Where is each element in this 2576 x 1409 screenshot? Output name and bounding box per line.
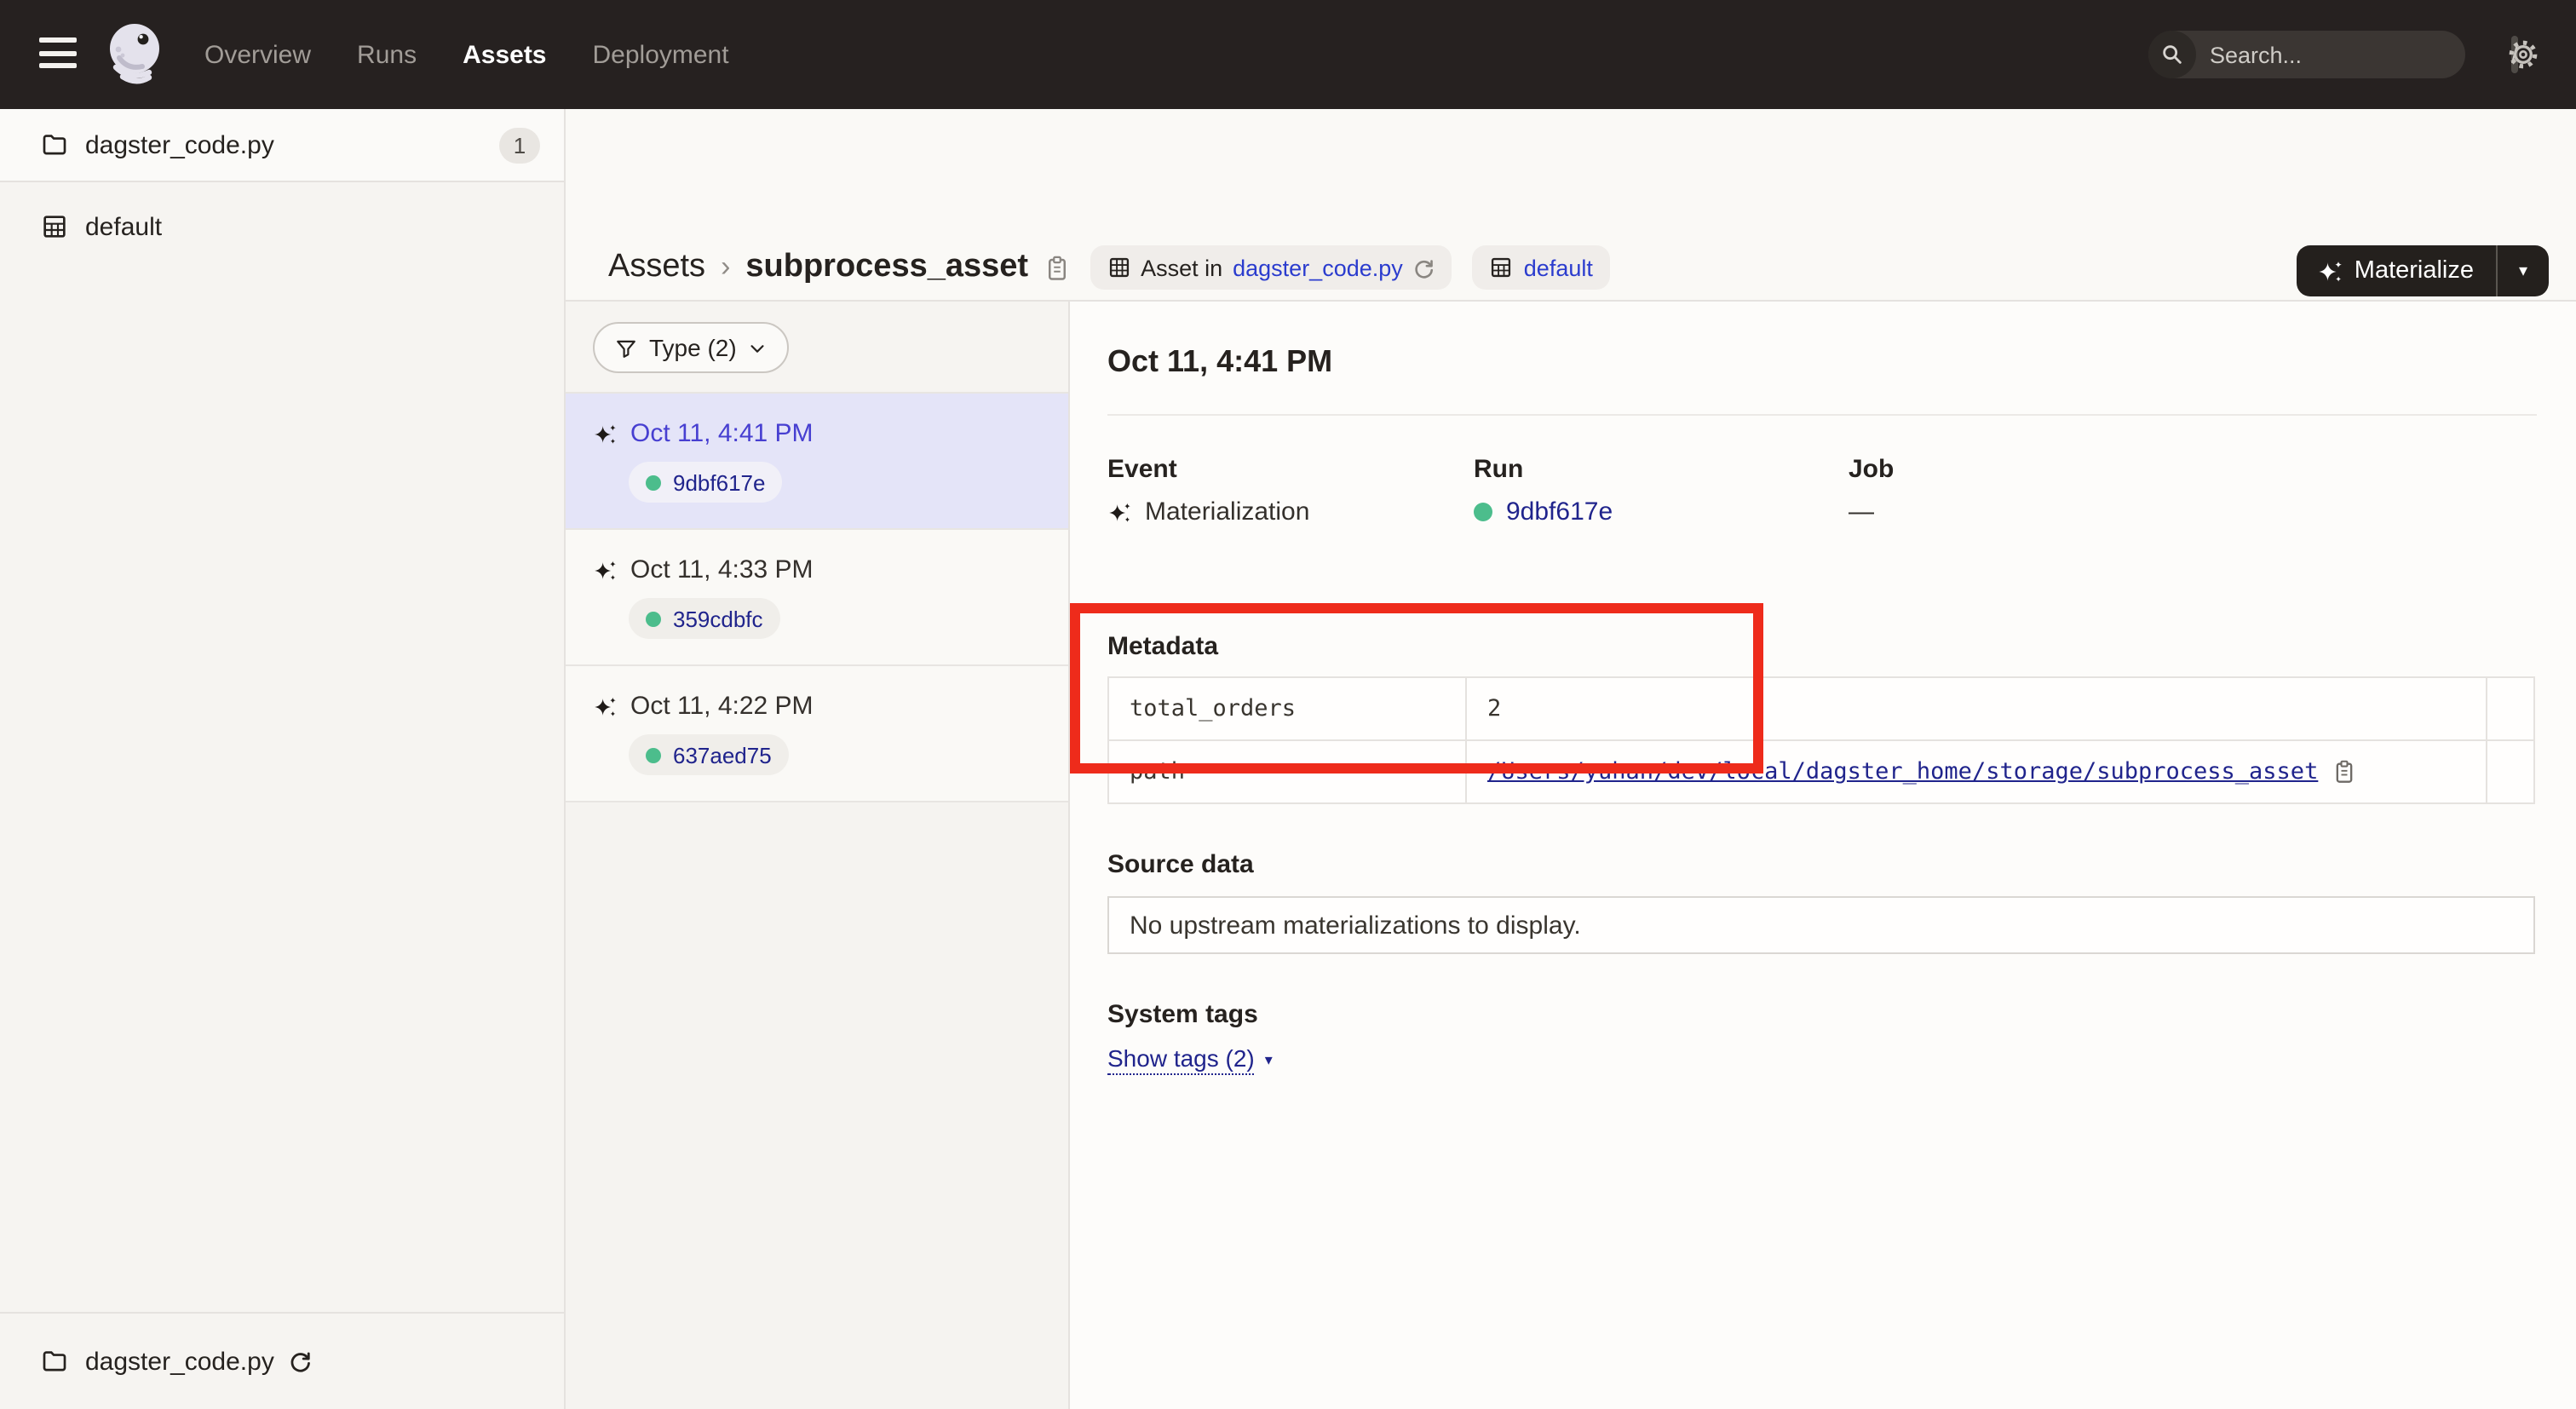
- events-list-panel: Type (2) Oct 11, 4:41 PM 9dbf617e: [566, 302, 1070, 1409]
- search-input[interactable]: [2196, 42, 2511, 67]
- run-success-dot: [646, 611, 661, 626]
- materialize-button[interactable]: Materialize: [2297, 245, 2496, 296]
- run-id-pill[interactable]: 359cdbfc: [629, 598, 780, 639]
- hamburger-menu-icon[interactable]: [39, 37, 77, 72]
- divider: [1107, 414, 2537, 416]
- job-value: —: [1849, 497, 1874, 526]
- sidebar: dagster_code.py 1 default dagster_code.p…: [0, 109, 566, 1409]
- metadata-extra-cell: [2487, 741, 2533, 802]
- materialization-sparkle-icon: [593, 558, 617, 582]
- group-default-link[interactable]: default: [1524, 255, 1593, 280]
- event-type-text: Materialization: [1145, 497, 1309, 526]
- materialize-dropdown-button[interactable]: ▾: [2498, 245, 2549, 296]
- asset-page-header: Assets › subprocess_asset Asset in dagst…: [566, 109, 2576, 302]
- sparkle-icon: [2317, 258, 2343, 284]
- run-id-pill[interactable]: 637aed75: [629, 734, 789, 775]
- show-tags-label: Show tags (2): [1107, 1044, 1255, 1075]
- event-row[interactable]: Oct 11, 4:33 PM 359cdbfc: [566, 530, 1068, 666]
- breadcrumb-assets-link[interactable]: Assets: [608, 249, 705, 286]
- search-icon: [2148, 31, 2196, 78]
- event-row[interactable]: Oct 11, 4:22 PM 637aed75: [566, 666, 1068, 802]
- job-column-label: Job: [1849, 455, 1894, 484]
- nav-item-deployment[interactable]: Deployment: [593, 40, 729, 69]
- top-nav: Overview Runs Assets Deployment /: [0, 0, 2576, 109]
- gear-icon[interactable]: [2508, 39, 2539, 70]
- asset-count-badge: 1: [499, 127, 540, 163]
- grid-icon: [1107, 256, 1130, 279]
- metadata-value: /Users/yuhan/dev/local/dagster_home/stor…: [1467, 741, 2487, 802]
- event-timestamp[interactable]: Oct 11, 4:33 PM: [630, 555, 814, 584]
- asset-location-tag: Asset in dagster_code.py: [1090, 245, 1452, 290]
- sidebar-item-group-default[interactable]: default: [0, 198, 564, 256]
- metadata-value: 2: [1467, 678, 2487, 739]
- materialization-sparkle-icon: [593, 694, 617, 718]
- run-success-dot: [646, 474, 661, 490]
- run-success-dot: [1474, 503, 1492, 521]
- show-tags-toggle[interactable]: Show tags (2) ▾: [1107, 1044, 1273, 1075]
- table-row: path /Users/yuhan/dev/local/dagster_home…: [1109, 741, 2533, 802]
- folder-icon: [41, 131, 68, 158]
- folder-icon: [41, 1348, 68, 1375]
- asset-group-icon: [1490, 256, 1514, 279]
- table-row: total_orders 2: [1109, 678, 2533, 741]
- copy-path-icon[interactable]: [2332, 758, 2355, 785]
- sidebar-footer-label: dagster_code.py: [85, 1347, 274, 1376]
- run-id-link[interactable]: 9dbf617e: [673, 469, 765, 495]
- sidebar-item-code-location[interactable]: dagster_code.py 1: [0, 109, 564, 182]
- event-detail-panel: Oct 11, 4:41 PM Event Run Job Materializ…: [1072, 302, 2576, 1409]
- type-filter-label: Type (2): [649, 334, 737, 361]
- event-detail-title: Oct 11, 4:41 PM: [1107, 344, 1332, 380]
- asset-group-tag: default: [1473, 245, 1610, 290]
- nav-item-assets[interactable]: Assets: [463, 40, 546, 69]
- sidebar-group-label: default: [85, 212, 162, 241]
- filter-bar: Type (2): [566, 302, 1068, 394]
- run-value: 9dbf617e: [1474, 497, 1613, 526]
- metadata-key: path: [1109, 741, 1467, 802]
- event-row[interactable]: Oct 11, 4:41 PM 9dbf617e: [566, 394, 1068, 530]
- code-location-link[interactable]: dagster_code.py: [1233, 255, 1403, 280]
- filter-funnel-icon: [615, 336, 637, 359]
- run-success-dot: [646, 747, 661, 762]
- copy-asset-name-icon[interactable]: [1044, 253, 1069, 282]
- metadata-extra-cell: [2487, 678, 2533, 739]
- sidebar-code-file-label: dagster_code.py: [85, 130, 274, 159]
- source-data-heading: Source data: [1107, 850, 1254, 879]
- run-id-pill[interactable]: 9dbf617e: [629, 462, 782, 503]
- materialization-sparkle-icon: [1107, 500, 1131, 524]
- asset-in-prefix: Asset in: [1141, 255, 1222, 280]
- system-tags-heading: System tags: [1107, 1000, 1258, 1029]
- nav-links: Overview Runs Assets Deployment: [204, 0, 729, 109]
- event-timestamp[interactable]: Oct 11, 4:41 PM: [630, 419, 814, 448]
- caret-down-icon: ▾: [1265, 1050, 1273, 1069]
- asset-group-icon: [41, 213, 68, 240]
- metadata-table: total_orders 2 path /Users/yuhan/dev/loc…: [1107, 676, 2535, 804]
- dagster-app: Overview Runs Assets Deployment / dagste…: [0, 0, 2576, 1409]
- nav-item-runs[interactable]: Runs: [357, 40, 417, 69]
- source-data-empty-box: No upstream materializations to display.: [1107, 896, 2535, 954]
- search-box[interactable]: /: [2148, 31, 2465, 78]
- metadata-heading: Metadata: [1107, 632, 1218, 661]
- type-filter-button[interactable]: Type (2): [593, 322, 790, 373]
- breadcrumb: Assets › subprocess_asset Asset in dagst…: [608, 245, 1610, 290]
- breadcrumb-separator: ›: [721, 250, 730, 285]
- nav-item-overview[interactable]: Overview: [204, 40, 311, 69]
- run-column-label: Run: [1474, 455, 1523, 484]
- run-id-link[interactable]: 359cdbfc: [673, 606, 763, 631]
- chevron-down-icon: [749, 338, 768, 357]
- dagster-logo[interactable]: [97, 15, 175, 94]
- materialize-split-button: Materialize ▾: [2297, 245, 2549, 296]
- refresh-icon[interactable]: [1413, 256, 1435, 279]
- page-title-asset-name: subprocess_asset: [745, 249, 1028, 286]
- path-link[interactable]: /Users/yuhan/dev/local/dagster_home/stor…: [1487, 758, 2318, 785]
- metadata-key: total_orders: [1109, 678, 1467, 739]
- run-id-link[interactable]: 9dbf617e: [1506, 497, 1613, 526]
- event-column-label: Event: [1107, 455, 1177, 484]
- reload-icon[interactable]: [288, 1349, 312, 1373]
- sidebar-footer-code-location[interactable]: dagster_code.py: [0, 1312, 564, 1409]
- run-id-link[interactable]: 637aed75: [673, 742, 772, 768]
- materialize-label: Materialize: [2355, 257, 2474, 285]
- materialization-sparkle-icon: [593, 422, 617, 446]
- event-type-value: Materialization: [1107, 497, 1309, 526]
- event-timestamp[interactable]: Oct 11, 4:22 PM: [630, 692, 814, 721]
